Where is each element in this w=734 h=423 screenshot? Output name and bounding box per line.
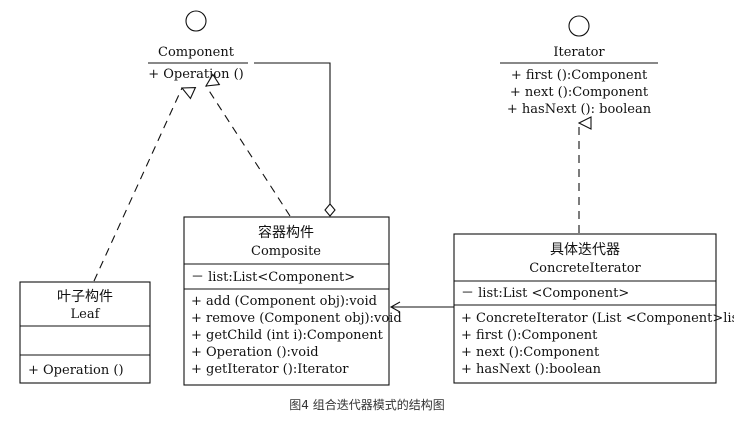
- diagram-canvas: Component + Operation () Iterator + firs…: [19, 10, 734, 412]
- composite-name: Composite: [251, 244, 321, 259]
- composite-class: 容器构件 Composite － list:List<Component> + …: [183, 216, 402, 386]
- iterator-method-next: + next ():Component: [510, 85, 649, 100]
- concrete-iterator-method-hasnext: + hasNext ():boolean: [461, 362, 602, 377]
- composite-method-operation: + Operation ():void: [191, 345, 319, 360]
- iterator-name: Iterator: [553, 45, 605, 60]
- leaf-class: 叶子构件 Leaf + Operation (): [19, 281, 151, 384]
- composite-aggregation-diamond-icon: [324, 203, 336, 217]
- composite-method-getiterator: + getIterator ():Iterator: [191, 362, 349, 377]
- concrete-iterator-class: 具体迭代器 ConcreteIterator － list:List <Comp…: [453, 233, 734, 384]
- leaf-chinese-name: 叶子构件: [57, 289, 113, 305]
- leaf-method-operation: + Operation (): [28, 363, 124, 378]
- iterator-interface-lollipop-icon: [568, 15, 590, 37]
- leaf-name: Leaf: [71, 307, 101, 322]
- leaf-realizes-component-arrow: [93, 88, 182, 282]
- composite-method-add: + add (Component obj):void: [191, 294, 377, 309]
- uml-diagram: Component + Operation () Iterator + firs…: [0, 0, 734, 423]
- figure-caption: 图4 组合迭代器模式的结构图: [289, 397, 444, 412]
- concrete-iterator-constructor: + ConcreteIterator (List <Component>list…: [461, 311, 734, 326]
- iterator-method-first: + first ():Component: [511, 68, 648, 83]
- component-interface: Component + Operation (): [148, 10, 248, 82]
- concrete-iterator-chinese-name: 具体迭代器: [550, 242, 620, 258]
- composite-chinese-name: 容器构件: [258, 224, 314, 241]
- composite-method-remove: + remove (Component obj):void: [191, 311, 402, 326]
- component-method: + Operation (): [148, 67, 244, 82]
- concrete-iterator-method-first: + first ():Component: [461, 328, 598, 343]
- component-name: Component: [158, 45, 235, 60]
- concrete-iterator-method-next: + next ():Component: [461, 345, 600, 360]
- composite-attribute-list: － list:List<Component>: [191, 270, 355, 285]
- composite-method-getchild: + getChild (int i):Component: [191, 328, 384, 343]
- component-interface-lollipop-icon: [185, 10, 207, 32]
- concrete-iterator-attribute-list: － list:List <Component>: [461, 286, 629, 301]
- concrete-iterator-name: ConcreteIterator: [529, 261, 641, 276]
- composite-realizes-component-arrow: [206, 86, 291, 217]
- iterator-method-hasnext: + hasNext (): boolean: [507, 102, 652, 117]
- iterator-interface: Iterator + first ():Component + next ():…: [500, 15, 658, 117]
- composite-aggregates-component-line: [254, 62, 331, 204]
